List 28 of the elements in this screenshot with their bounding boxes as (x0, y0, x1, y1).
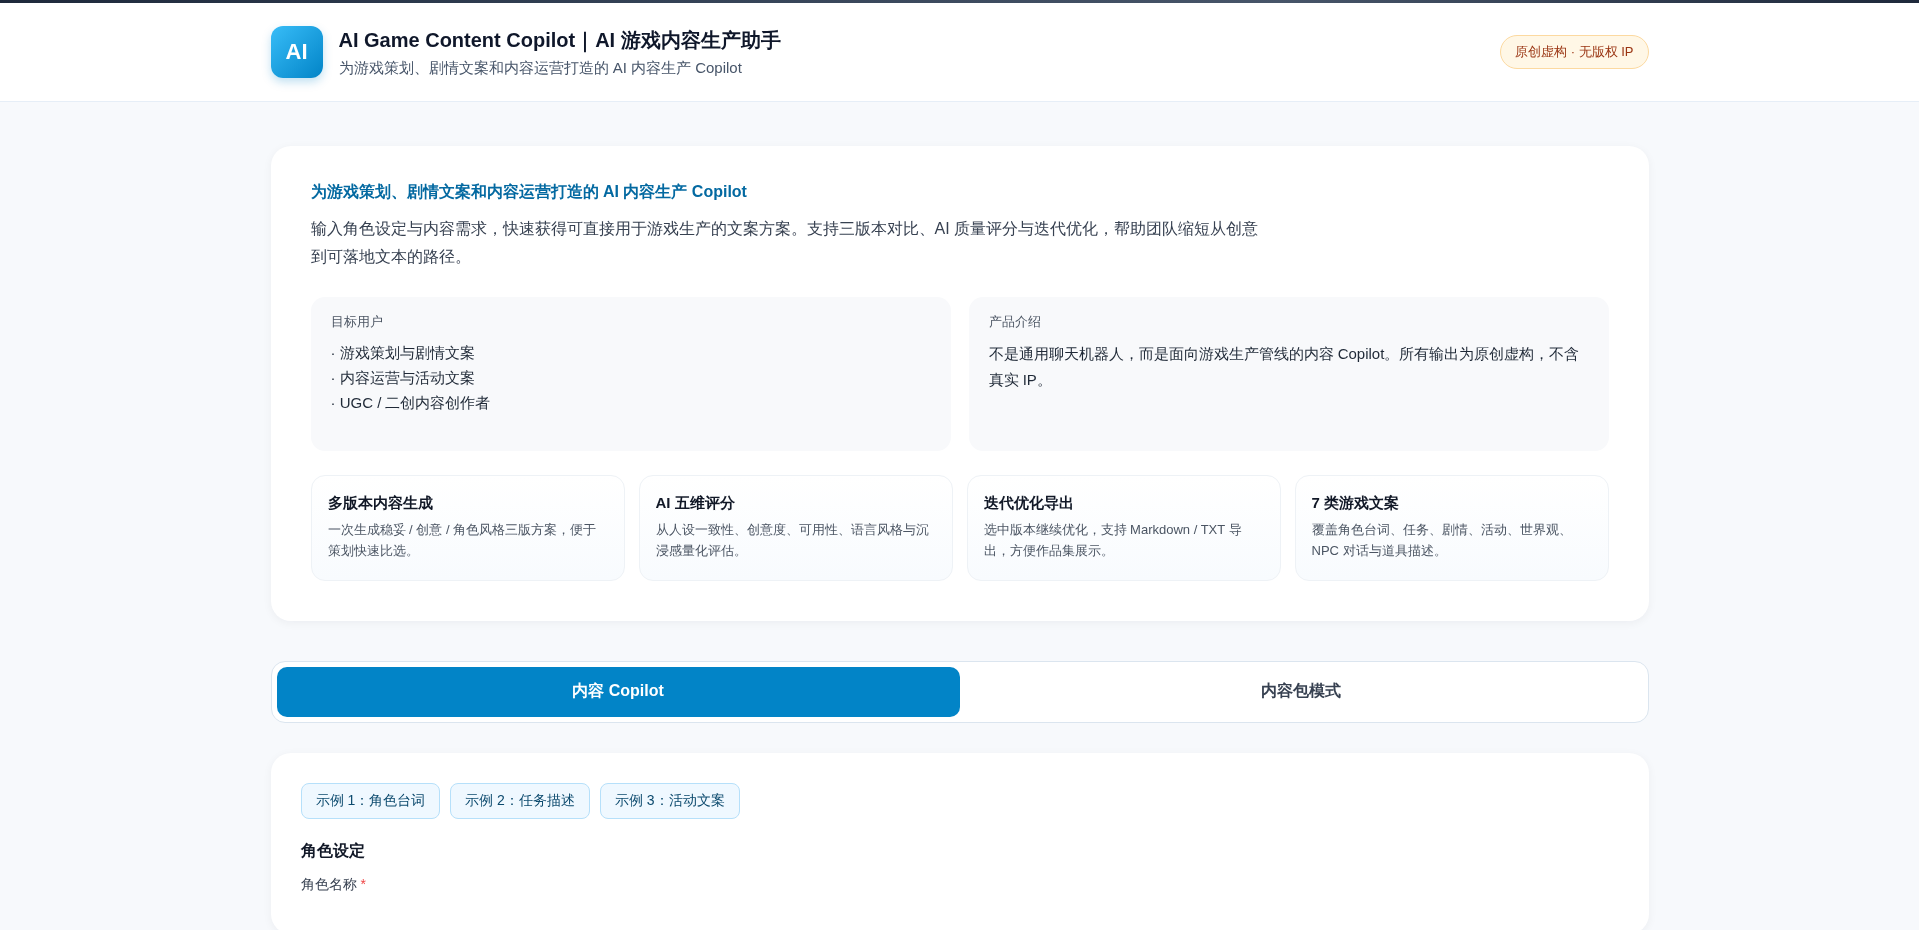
feature-title: AI 五维评分 (655, 494, 736, 513)
mode-tab[interactable]: 内容包模式 (959, 666, 1643, 717)
logo-icon: AI (270, 26, 323, 78)
field-label: 角色名称 (300, 875, 357, 892)
feature-text: 一次生成稳妥 / 创意 / 角色风格三版方案，便于策划快速比选。 (327, 521, 598, 561)
example-button[interactable]: 示例 1：角色台词 (300, 782, 441, 819)
feature-title: 多版本内容生成 (327, 494, 434, 513)
section-title: 角色设定 (300, 840, 366, 861)
example-button[interactable]: 示例 2：任务描述 (450, 782, 590, 819)
feature-title: 7 类游戏文案 (1311, 494, 1400, 513)
panel-text: 不是通用聊天机器人，而是面向游戏生产管线的内容 Copilot。所有输出为原创虚构，不含真实 IP。 (988, 344, 1581, 390)
example-button[interactable]: 示例 3：活动文案 (599, 782, 740, 819)
feature-text: 从人设一致性、创意度、可用性、语言风格与沉浸感量化评估。 (655, 521, 930, 561)
required-mark: * (360, 875, 366, 892)
panel-title: 目标用户 (330, 313, 384, 331)
app-subtitle: 为游戏策划、剧情文案和内容运营打造的 AI 内容生产 Copilot (338, 58, 743, 78)
app-title: AI Game Content Copilot｜AI 游戏内容生产助手 (338, 27, 781, 54)
user-list-item: · 内容运营与活动文案 (330, 367, 476, 388)
feature-text: 覆盖角色台词、任务、剧情、活动、世界观、NPC 对话与道具描述。 (1311, 521, 1573, 561)
intro-description: 输入角色设定与内容需求，快速获得可直接用于游戏生产的文案方案。支持三版本对比、AI 质量评分与迭代优化，帮助团队缩短从创意到可落地文本的路径。 (310, 219, 1260, 267)
feature-title: 迭代优化导出 (983, 494, 1075, 513)
mode-tab[interactable]: 内容 Copilot (276, 666, 960, 717)
intro-headline: 为游戏策划、剧情文案和内容运营打造的 AI 内容生产 Copilot (310, 182, 748, 202)
panel-title: 产品介绍 (988, 313, 1042, 331)
user-list-item: · 游戏策划与剧情文案 (330, 343, 476, 363)
user-list-item: · UGC / 二创内容创作者 (330, 392, 492, 413)
feature-text: 选中版本继续优化，支持 Markdown / TXT 导出，方便作品集展示。 (983, 521, 1243, 561)
ip-badge: 原创虚构 · 无版权 IP (1500, 35, 1649, 69)
